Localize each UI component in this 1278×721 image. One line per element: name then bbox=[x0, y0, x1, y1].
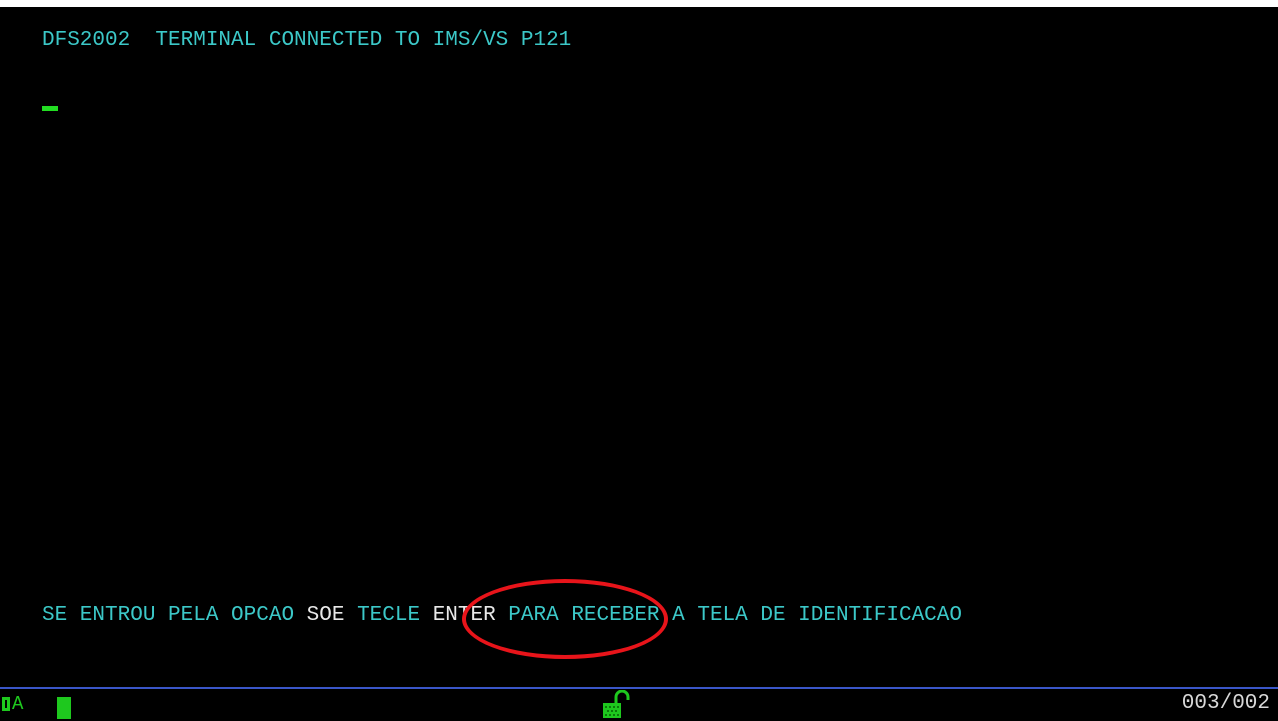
keyboard-unlocked-icon bbox=[603, 690, 630, 718]
status-bar: A 003/002 bbox=[0, 689, 1278, 721]
instruction-highlight-soe: SOE bbox=[306, 604, 345, 627]
cursor-position: 003/002 bbox=[1181, 692, 1270, 715]
terminal-screen[interactable]: DFS2002 TERMINAL CONNECTED TO IMS/VS P12… bbox=[0, 0, 1278, 721]
instruction-text-part2: TECLE bbox=[344, 604, 433, 627]
instruction-text-part1: SE ENTROU PELA OPCAO bbox=[42, 604, 307, 627]
system-available-icon bbox=[1, 696, 11, 712]
instruction-text-part3: PARA RECEBER A TELA DE IDENTIFICACAO bbox=[495, 604, 962, 627]
input-cursor[interactable] bbox=[42, 106, 58, 111]
mode-indicator: A bbox=[12, 693, 24, 715]
instruction-message: SE ENTROU PELA OPCAO SOE TECLE ENTER PAR… bbox=[42, 604, 962, 628]
instruction-highlight-enter: ENTER bbox=[432, 604, 496, 627]
status-block bbox=[57, 697, 71, 719]
header-message: DFS2002 TERMINAL CONNECTED TO IMS/VS P12… bbox=[42, 29, 572, 52]
